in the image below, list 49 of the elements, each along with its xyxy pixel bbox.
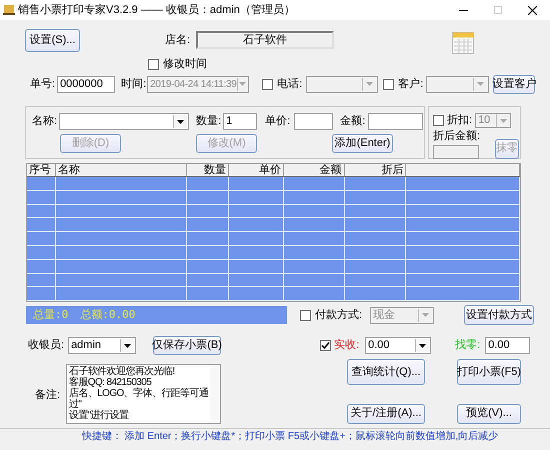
total-quantity: 总量:0 [33,306,68,323]
column-header[interactable]: 折后 [381,164,404,178]
column-header[interactable]: 单价 [258,164,281,178]
amount-field[interactable] [368,113,424,130]
unit-price-field[interactable] [294,113,334,130]
checkbox[interactable] [320,340,332,351]
item-action-button[interactable]: 添加(Enter) [332,134,393,152]
field-label: 金额: [340,114,366,130]
field-label: 收银员: [28,338,64,354]
field-label: 数量: [196,114,222,130]
settings-button[interactable]: 设置(S)... [25,29,80,52]
shop-name-label: 店名: [165,32,190,48]
checkbox[interactable] [300,310,311,320]
field-label: 备注: [35,388,60,403]
shop-name-field: 石子软件 [196,31,334,49]
query-stats-button[interactable]: 查询统计(Q)... [347,359,425,385]
checkbox-label: 客户: [398,76,424,92]
field-label: 时间: [121,76,146,92]
checkbox-label: 电话: [277,76,302,92]
print-ticket-button[interactable]: 打印小票(F5) [457,359,521,385]
window-title: 销售小票打印专家V3.2.9 —— 收银员：admin（管理员） [18,2,295,18]
column-header[interactable]: 名称 [58,164,80,178]
quantity-field[interactable]: 1 [223,113,258,130]
checkbox[interactable] [383,78,394,90]
total-amount: 总额:0.00 [80,306,136,323]
checkbox-label: 折扣: [447,113,472,128]
checkbox-label: 付款方式: [315,308,362,323]
close-icon[interactable] [528,6,537,14]
discounted-amount-field[interactable] [433,144,479,158]
save-only-button[interactable]: 仅保存小票(B) [153,336,222,355]
received-label: 实收: [334,338,360,354]
about-register-button[interactable]: 关于/注册(A)... [347,404,425,424]
column-header[interactable]: 数量 [204,164,226,178]
preview-button[interactable]: 预览(V)... [457,404,521,424]
order-number-field[interactable]: 0000000 [57,76,116,92]
field-label: 单号: [30,76,56,92]
app-icon [3,4,15,16]
field-label: 名称: [32,114,58,130]
change-field[interactable]: 0.00 [485,337,530,354]
checkbox[interactable] [148,58,159,70]
set-customer-button[interactable]: 设置客户 [493,74,536,94]
change-label: 找零: [455,338,480,354]
checkbox-label: 修改时间 [163,56,207,72]
field-label: 折后金额: [433,128,480,144]
checkbox[interactable] [433,115,444,126]
set-payment-button[interactable]: 设置付款方式 [464,305,534,325]
checkbox[interactable] [262,78,274,90]
field-label: 单价: [265,114,290,130]
shortcut-hint: 快捷键： 添加 Enter；换行小键盘*；打印小票 F5或小键盘+；鼠标滚轮向前数值增加,向后减少 [82,431,498,443]
